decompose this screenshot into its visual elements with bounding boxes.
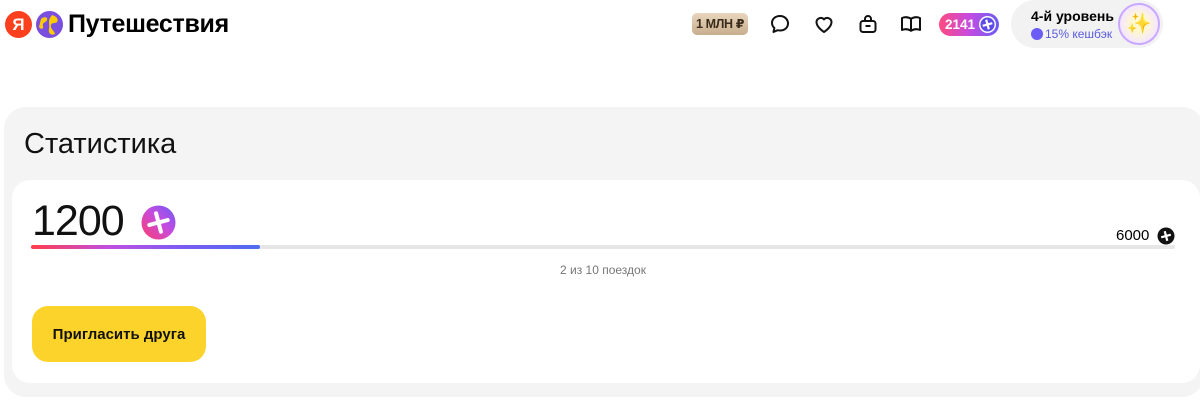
chat-icon[interactable] xyxy=(768,12,792,36)
progress-label: 2 из 10 поездок xyxy=(560,263,646,277)
heart-icon[interactable] xyxy=(812,12,836,36)
level-title: 4-й уровень xyxy=(1031,8,1114,24)
stats-title: Статистика xyxy=(24,128,177,160)
million-promo-badge[interactable]: 1 МЛН ₽ xyxy=(692,13,748,35)
current-points-value: 1200 xyxy=(32,197,125,245)
bag-icon[interactable] xyxy=(856,12,880,36)
progress-bar-fill xyxy=(31,245,260,249)
plus-points-value: 2141 xyxy=(945,17,976,32)
plus-icon xyxy=(1031,28,1043,40)
invite-friend-button[interactable]: Пригласить друга xyxy=(32,306,206,362)
plus-icon xyxy=(1157,227,1175,245)
max-points-value: 6000 xyxy=(1116,227,1150,244)
book-icon[interactable] xyxy=(899,12,923,36)
plus-icon xyxy=(978,15,997,34)
cashback-label: 15% кешбэк xyxy=(1045,27,1113,41)
progress-bar xyxy=(31,245,1175,249)
brand-title[interactable]: Путешествия xyxy=(68,9,229,39)
top-header: Я Путешествия 1 МЛН ₽ 2141 4-й уровень 1… xyxy=(0,0,1200,50)
plus-points-icon xyxy=(141,205,176,240)
level-widget[interactable]: 4-й уровень 15% кешбэк ✨ xyxy=(1011,0,1163,48)
yandex-logo[interactable]: Я xyxy=(5,11,32,38)
level-avatar-sparkle-icon[interactable]: ✨ xyxy=(1118,3,1160,45)
cashback-info: 15% кешбэк xyxy=(1031,27,1112,41)
plus-points-badge[interactable]: 2141 xyxy=(939,13,1000,36)
globe-logo-icon[interactable] xyxy=(35,10,64,39)
